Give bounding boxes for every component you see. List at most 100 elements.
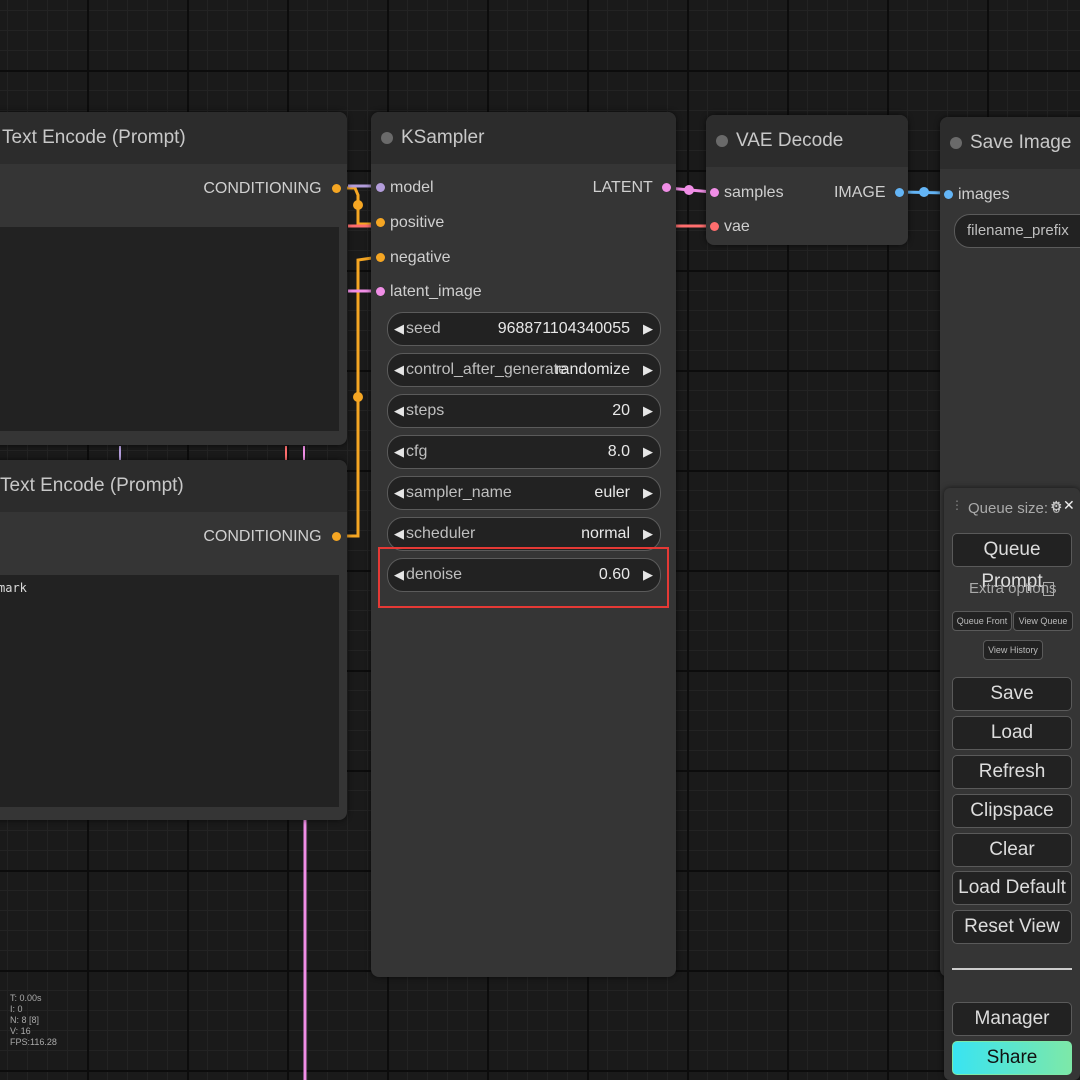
decrement-arrow-icon[interactable]: ◀ [394,313,404,345]
text-encode-node-bottom[interactable]: Text Encode (Prompt) CONDITIONING mark [0,460,347,820]
ksampler-node[interactable]: KSampler model positive negative latent_… [371,112,676,977]
increment-arrow-icon[interactable]: ▶ [643,395,653,427]
seed-widget[interactable]: ◀ seed 968871104340055 ▶ [387,312,661,346]
input-slot-positive[interactable]: positive [376,214,444,232]
extra-options-checkbox[interactable] [1043,582,1054,596]
input-label: model [390,179,434,196]
input-slot-negative[interactable]: negative [376,249,451,267]
clipspace-button[interactable]: Clipspace [952,794,1072,828]
node-title: Text Encode (Prompt) [2,127,186,148]
stat-i: I: 0 [10,1004,23,1014]
node-title: VAE Decode [736,130,844,151]
prompt-textarea[interactable] [0,227,339,431]
node-title-bar[interactable]: VAE Decode [706,115,908,167]
prompt-text: mark [0,581,27,595]
input-slot-samples[interactable]: samples [710,184,784,202]
widget-value: 968871104340055 [497,320,630,337]
output-label: IMAGE [833,184,886,201]
input-slot-model[interactable]: model [376,179,434,197]
cfg-widget[interactable]: ◀ cfg 8.0 ▶ [387,435,661,469]
increment-arrow-icon[interactable]: ▶ [643,477,653,509]
stat-nodes: N: 8 [8] [10,1015,40,1025]
reset-view-button[interactable]: Reset View [952,910,1072,944]
drag-handle-icon[interactable]: ⋮ [951,498,963,512]
queue-size-label: Queue size: 0 [968,500,1061,517]
output-slot-image[interactable]: IMAGE [834,184,904,202]
view-history-button[interactable]: View History [983,640,1043,660]
scheduler-widget[interactable]: ◀ scheduler normal ▶ [387,517,661,551]
prompt-textarea[interactable]: mark [0,575,339,807]
text-encode-node-top[interactable]: Text Encode (Prompt) CONDITIONING [0,112,347,445]
samples-input-pin[interactable] [710,188,719,198]
input-label: samples [724,184,784,201]
wire-reroute-dot [353,392,363,402]
refresh-button[interactable]: Refresh [952,755,1072,789]
node-title-bar[interactable]: Text Encode (Prompt) [0,112,347,164]
load-button[interactable]: Load [952,716,1072,750]
widget-name: sampler_name [406,484,512,501]
queue-front-button[interactable]: Queue Front [952,611,1012,631]
output-slot-latent[interactable]: LATENT [593,179,671,197]
input-slot-vae[interactable]: vae [710,218,750,236]
decrement-arrow-icon[interactable]: ◀ [394,436,404,468]
widget-name: seed [406,320,441,337]
decrement-arrow-icon[interactable]: ◀ [394,518,404,550]
node-title-bar[interactable]: Save Image [940,117,1080,169]
widget-value: 20 [612,402,630,419]
clear-button[interactable]: Clear [952,833,1072,867]
settings-gear-icon[interactable]: ⚙ [1050,498,1063,515]
positive-input-pin[interactable] [376,218,385,228]
output-label: CONDITIONING [203,180,322,197]
negative-input-pin[interactable] [376,253,385,263]
stat-v: V: 16 [10,1026,31,1036]
vae-input-pin[interactable] [710,222,719,232]
widget-name: scheduler [406,525,476,542]
decrement-arrow-icon[interactable]: ◀ [394,395,404,427]
queue-prompt-button[interactable]: Queue Prompt [952,533,1072,592]
load-default-button[interactable]: Load Default [952,871,1072,905]
input-slot-images[interactable]: images [944,186,1010,204]
input-slot-latent-image[interactable]: latent_image [376,283,482,301]
increment-arrow-icon[interactable]: ▶ [643,436,653,468]
close-icon[interactable]: ✕ [1063,497,1075,514]
share-button[interactable]: Share [952,1041,1072,1075]
render-stats: T: 0.00s I: 0 N: 8 [8] V: 16 FPS:116.28 [10,993,57,1048]
image-output-pin[interactable] [895,188,904,198]
wire-reroute-dot [353,200,363,210]
latent-image-input-pin[interactable] [376,287,385,297]
output-slot-conditioning[interactable]: CONDITIONING [203,180,341,198]
wire-reroute-dot [919,187,929,197]
filename-prefix-widget[interactable]: filename_prefix [954,214,1080,248]
control-after-generate-widget[interactable]: ◀ control_after_generate randomize ▶ [387,353,661,387]
widget-name: filename_prefix [967,222,1069,239]
conditioning-output-pin[interactable] [332,532,341,542]
node-collapse-dot[interactable] [950,137,962,149]
view-queue-button[interactable]: View Queue [1013,611,1073,631]
node-title-bar[interactable]: Text Encode (Prompt) [0,460,347,512]
manager-button[interactable]: Manager [952,1002,1072,1036]
input-label: negative [390,249,451,266]
node-collapse-dot[interactable] [716,135,728,147]
decrement-arrow-icon[interactable]: ◀ [394,477,404,509]
output-label: LATENT [592,179,653,196]
output-slot-conditioning[interactable]: CONDITIONING [203,528,341,546]
increment-arrow-icon[interactable]: ▶ [643,354,653,386]
panel-divider [952,968,1072,970]
images-input-pin[interactable] [944,190,953,200]
latent-output-pin[interactable] [662,183,671,193]
conditioning-output-pin[interactable] [332,184,341,194]
node-title: Text Encode (Prompt) [0,475,184,496]
node-title-bar[interactable]: KSampler [371,112,676,164]
widget-value: euler [594,484,630,501]
steps-widget[interactable]: ◀ steps 20 ▶ [387,394,661,428]
increment-arrow-icon[interactable]: ▶ [643,313,653,345]
vae-decode-node[interactable]: VAE Decode samples vae IMAGE [706,115,908,245]
decrement-arrow-icon[interactable]: ◀ [394,354,404,386]
widget-name: control_after_generate [406,361,567,378]
model-input-pin[interactable] [376,183,385,193]
stat-time: T: 0.00s [10,993,42,1003]
save-button[interactable]: Save [952,677,1072,711]
increment-arrow-icon[interactable]: ▶ [643,518,653,550]
node-collapse-dot[interactable] [381,132,393,144]
sampler-name-widget[interactable]: ◀ sampler_name euler ▶ [387,476,661,510]
